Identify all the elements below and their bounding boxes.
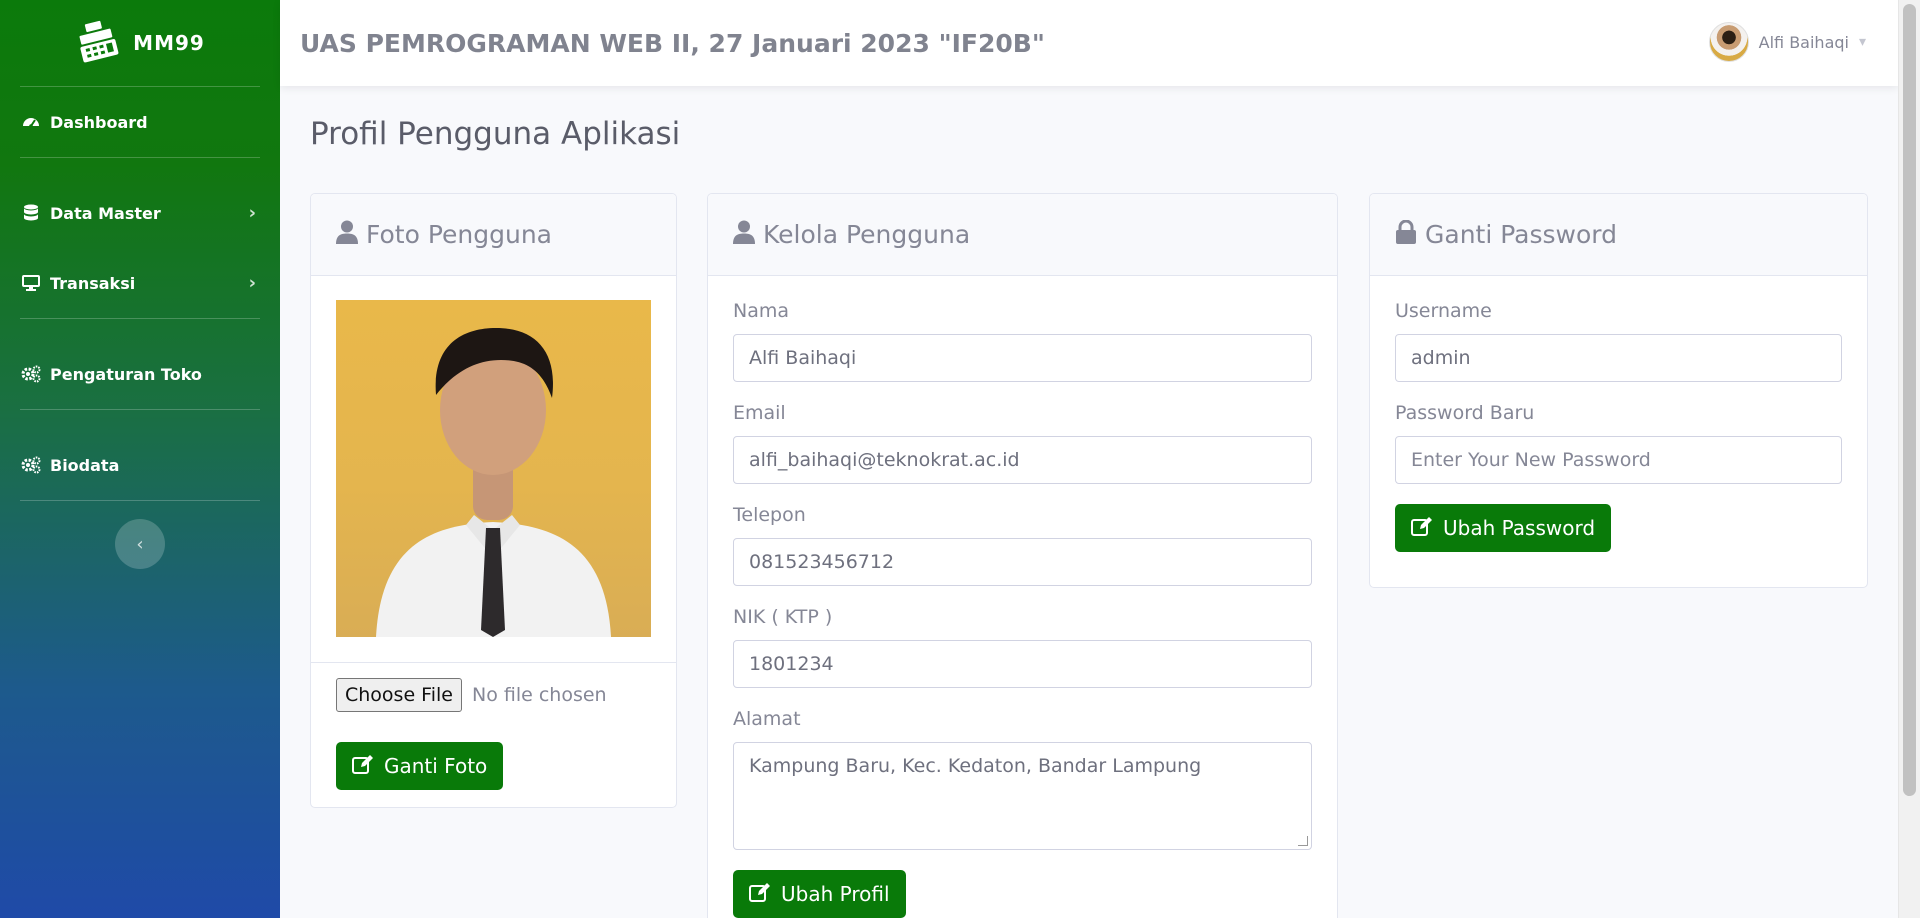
sidebar-item-label: Transaksi [50,273,136,293]
photo-card-title: Foto Pengguna [366,220,552,249]
new-password-field[interactable]: Enter Your New Password [1395,436,1842,484]
edit-icon [352,754,374,779]
sidebar-toggle-button[interactable]: ‹ [115,519,165,569]
page-title: Profil Pengguna Aplikasi [310,116,681,152]
file-status: No file chosen [471,684,607,706]
alamat-label: Alamat [733,708,801,730]
sidebar-item-transaksi[interactable]: Transaksi › [0,248,280,318]
dashboard-icon [20,111,42,133]
user-dropdown[interactable]: Alfi Baihaqi ▾ [1708,22,1866,62]
telepon-field[interactable]: 081523456712 [733,538,1312,586]
sidebar-item-label: Dashboard [50,112,148,132]
telepon-label: Telepon [733,504,806,526]
resize-handle[interactable] [1298,836,1308,846]
chevron-down-icon: ▾ [1858,34,1866,50]
nama-label: Nama [733,300,790,322]
password-card-header: Ganti Password [1370,194,1867,276]
brand-name: MM99 [133,31,205,55]
edit-icon [749,882,771,907]
password-card: Ganti Password Username admin Password B… [1369,193,1868,588]
chevron-right-icon: › [248,272,256,294]
sidebar: MM99 Dashboard Data Master › Transaksi ›… [0,0,280,918]
alamat-textarea[interactable]: Kampung Baru, Kec. Kedaton, Bandar Lampu… [733,742,1312,850]
username-field[interactable]: admin [1395,334,1842,382]
sidebar-item-label: Pengaturan Toko [50,364,202,384]
scrollbar-thumb[interactable] [1903,4,1916,796]
nama-field[interactable]: Alfi Baihaqi [733,334,1312,382]
username-label: Username [1395,300,1492,322]
profile-photo [336,300,651,637]
ubah-profil-label: Ubah Profil [781,882,890,906]
lock-icon [1395,219,1417,250]
desktop-icon [20,272,42,294]
ubah-password-label: Ubah Password [1443,516,1596,540]
database-icon [20,202,42,224]
password-card-title: Ganti Password [1425,220,1618,249]
photo-area [311,276,676,663]
sidebar-item-data-master[interactable]: Data Master › [0,178,280,248]
ubah-password-button[interactable]: Ubah Password [1395,504,1612,552]
profile-card-title: Kelola Pengguna [763,220,971,249]
sidebar-item-label: Data Master [50,203,161,223]
ganti-foto-label: Ganti Foto [384,754,488,778]
topbar: UAS PEMROGRAMAN WEB II, 27 Januari 2023 … [280,0,1898,86]
sidebar-item-biodata[interactable]: Biodata [0,430,280,500]
sidebar-item-dashboard[interactable]: Dashboard [0,87,280,157]
chevron-left-icon: ‹ [136,533,144,555]
user-icon [336,220,358,250]
file-input[interactable]: Choose File No file chosen [336,678,651,712]
profile-form: Nama Alfi Baihaqi Email alfi_baihaqi@tek… [708,276,1337,918]
brand[interactable]: MM99 [0,0,280,86]
sidebar-item-label: Biodata [50,455,120,475]
photo-card-header: Foto Pengguna [311,194,676,276]
avatar [1708,22,1749,62]
choose-file-button[interactable]: Choose File [336,678,462,712]
email-label: Email [733,402,786,424]
topbar-title: UAS PEMROGRAMAN WEB II, 27 Januari 2023 … [300,28,1045,58]
profile-card-header: Kelola Pengguna [708,194,1337,276]
email-field[interactable]: alfi_baihaqi@teknokrat.ac.id [733,436,1312,484]
cash-register-icon [75,19,119,67]
profile-card: Kelola Pengguna Nama Alfi Baihaqi Email … [707,193,1338,918]
password-baru-label: Password Baru [1395,402,1535,424]
nik-field[interactable]: 1801234 [733,640,1312,688]
photo-upload-area: Choose File No file chosen Ganti Foto [311,663,676,807]
chevron-right-icon: › [248,202,256,224]
nik-label: NIK ( KTP ) [733,606,833,628]
photo-card: Foto Pengguna Choose File No file chosen [310,193,677,808]
sidebar-divider [20,500,260,501]
edit-icon [1411,516,1433,541]
sidebar-item-pengaturan-toko[interactable]: Pengaturan Toko [0,339,280,409]
ganti-foto-button[interactable]: Ganti Foto [336,742,504,790]
ubah-profil-button[interactable]: Ubah Profil [733,870,906,918]
page-scrollbar[interactable] [1898,0,1920,918]
user-icon [733,220,755,250]
password-form: Username admin Password Baru Enter Your … [1370,276,1867,576]
user-name: Alfi Baihaqi [1758,32,1849,52]
cogs-icon [20,363,42,385]
alamat-value: Kampung Baru, Kec. Kedaton, Bandar Lampu… [749,755,1202,777]
cogs-icon [20,454,42,476]
